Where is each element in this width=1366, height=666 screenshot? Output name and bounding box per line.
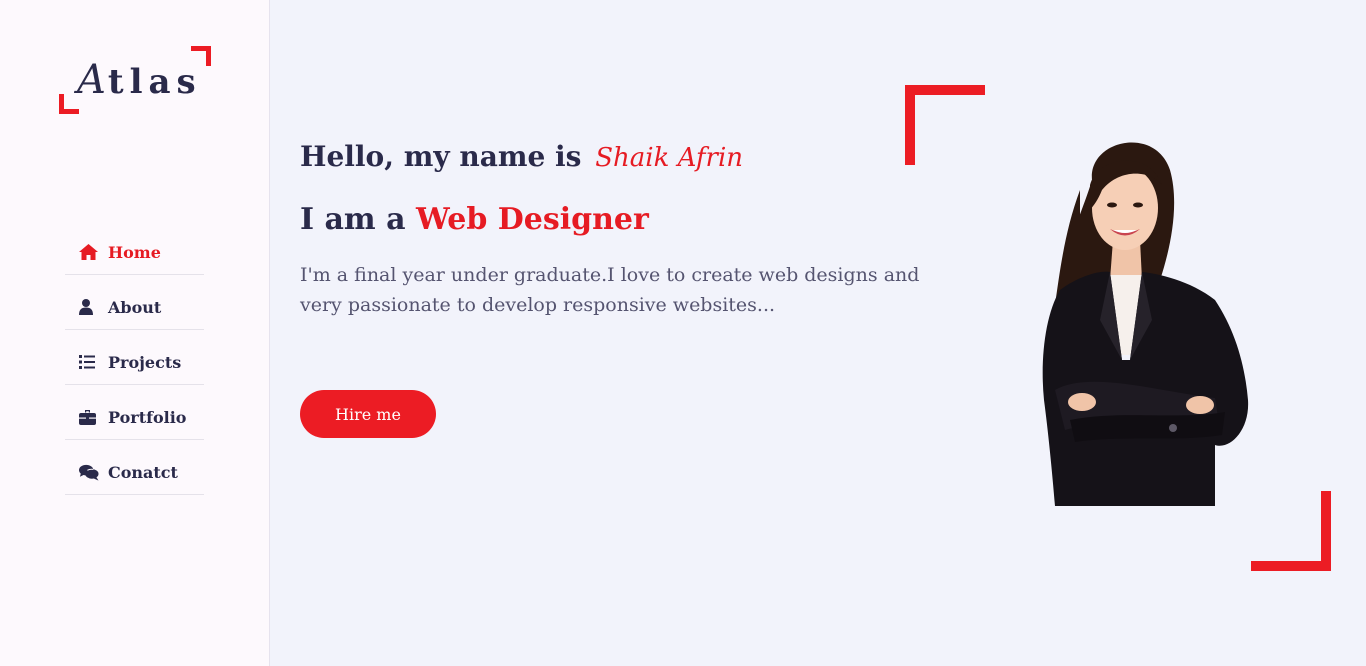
- role-heading: I am a Web Designer: [300, 202, 649, 237]
- home-icon: [79, 243, 99, 261]
- profile-photo: [1042, 142, 1249, 506]
- frame-corner-top-left: [905, 85, 985, 165]
- nav-item-portfolio[interactable]: Portfolio: [65, 385, 204, 440]
- nav-item-about[interactable]: About: [65, 275, 204, 330]
- nav-item-label: Projects: [108, 352, 182, 372]
- comments-icon: [79, 463, 99, 481]
- nav-item-label: Home: [108, 242, 161, 262]
- sidebar-nav: Home About Projects Portfolio Conatct: [65, 220, 204, 495]
- logo-rest: tlas: [107, 62, 202, 102]
- logo[interactable]: Atlas: [59, 46, 211, 114]
- nav-item-home[interactable]: Home: [65, 220, 204, 275]
- nav-item-projects[interactable]: Projects: [65, 330, 204, 385]
- nav-item-label: Portfolio: [108, 407, 187, 427]
- frame-corner-bottom-right: [1251, 491, 1331, 571]
- nav-item-contact[interactable]: Conatct: [65, 440, 204, 495]
- nav-item-label: About: [108, 297, 162, 317]
- logo-text: Atlas: [77, 58, 202, 104]
- nav-item-label: Conatct: [108, 462, 178, 482]
- intro-description: I'm a final year under graduate.I love t…: [300, 264, 920, 316]
- greeting: Hello, my name is Shaik Afrin: [300, 140, 743, 173]
- role-prefix: I am a: [300, 202, 406, 237]
- person-name: Shaik Afrin: [595, 143, 744, 173]
- greeting-prefix: Hello, my name is: [300, 140, 582, 173]
- logo-first-letter: A: [77, 57, 108, 103]
- logo-corner-bottom-left: [59, 94, 79, 114]
- hire-me-button[interactable]: Hire me: [300, 390, 436, 438]
- sidebar: Atlas Home About Projects Portfolio Cona…: [0, 0, 270, 666]
- role-title: Web Designer: [416, 202, 649, 237]
- list-icon: [79, 353, 99, 371]
- user-icon: [79, 298, 99, 316]
- hero-section: Hello, my name is Shaik Afrin I am a Web…: [270, 0, 1366, 666]
- briefcase-icon: [79, 408, 99, 426]
